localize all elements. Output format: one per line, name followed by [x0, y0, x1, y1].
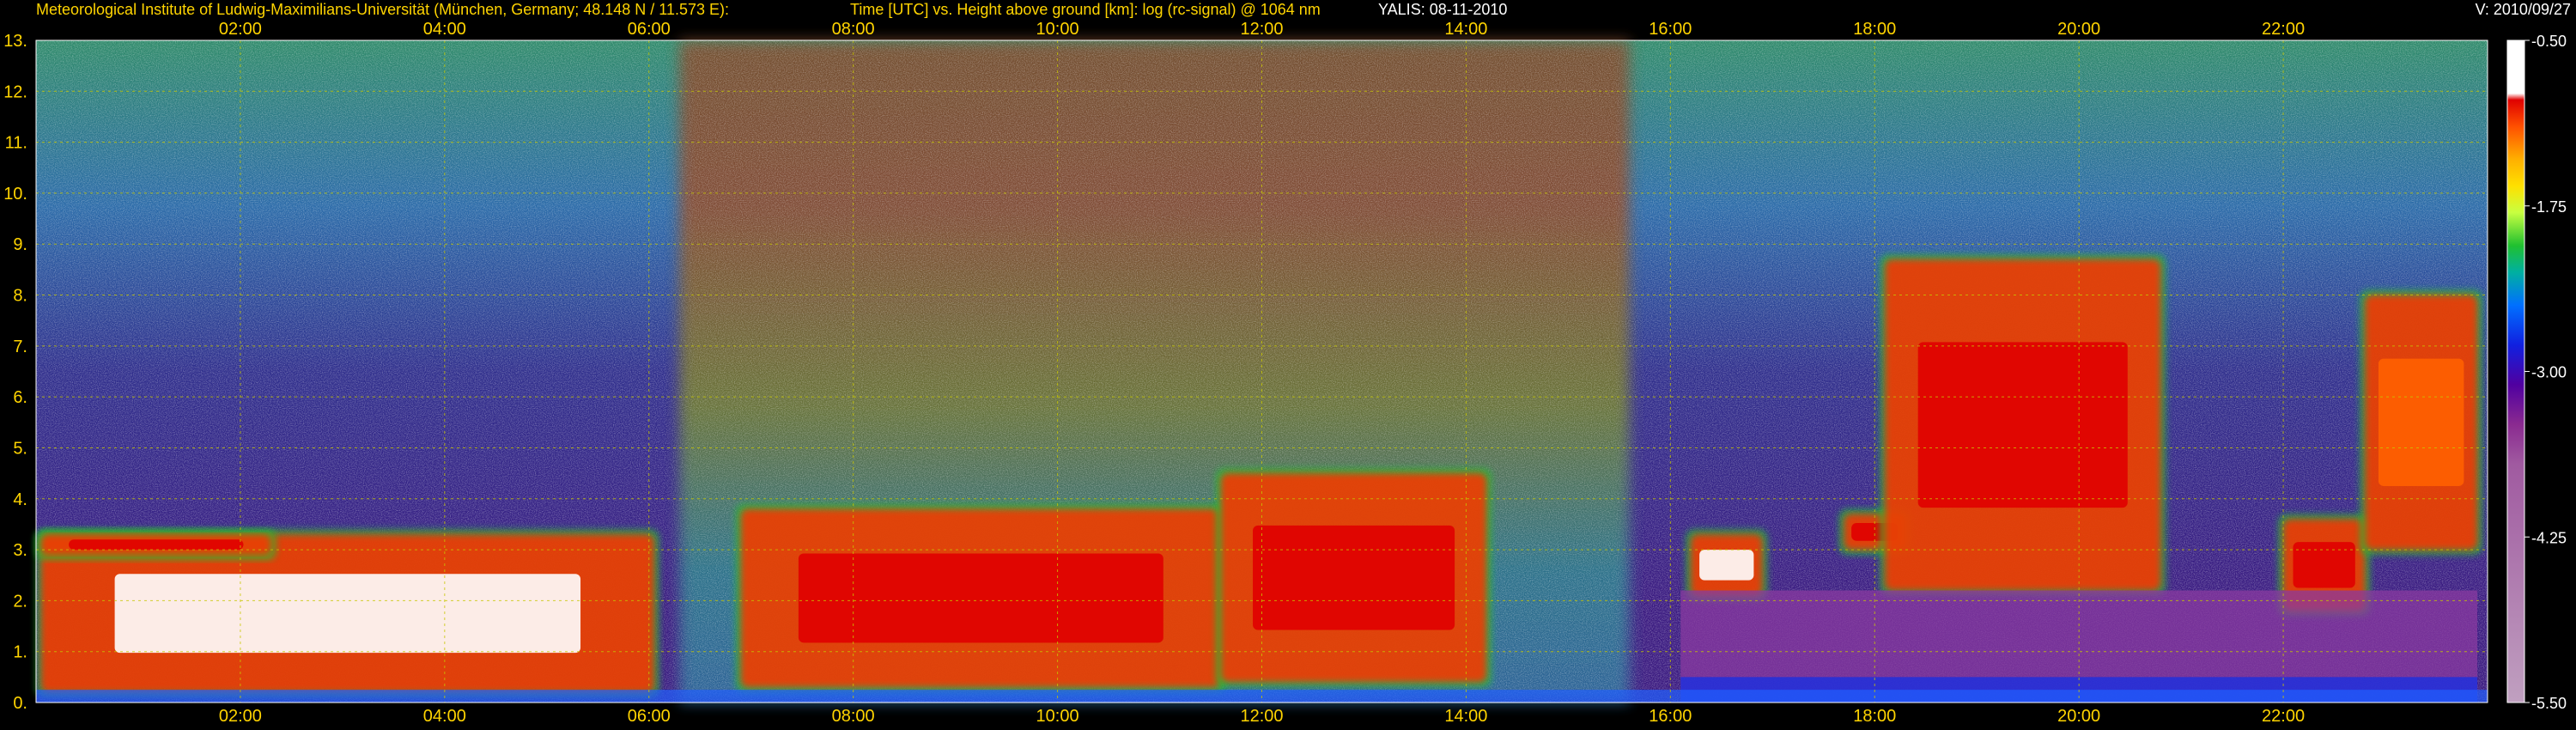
x-tick-label-top: 18:00 [1853, 20, 1896, 39]
y-tick-label: 13. [3, 32, 27, 51]
x-tick-label-bottom: 14:00 [1444, 707, 1487, 726]
region-core [1917, 342, 2128, 508]
y-tick-label: 1. [13, 643, 27, 662]
y-tick-label: 0. [13, 694, 27, 713]
colorbar-tick-label: -0.50 [2531, 33, 2567, 50]
x-tick-label-top: 12:00 [1240, 20, 1283, 39]
x-tick-label-top: 22:00 [2262, 20, 2305, 39]
y-tick-label: 11. [5, 134, 27, 153]
x-tick-label-bottom: 20:00 [2057, 707, 2100, 726]
colorbar-tick-label: -3.00 [2531, 364, 2567, 381]
colorbar-tick-label: -1.75 [2531, 198, 2567, 216]
y-tick-label: 7. [13, 338, 27, 356]
y-tick-label: 12. [3, 82, 27, 101]
region-aerosol-layer-midday [1215, 468, 1492, 688]
y-tick-label: 4. [13, 490, 27, 509]
x-tick-label-top: 14:00 [1444, 20, 1487, 39]
x-tick-label-bottom: 02:00 [219, 707, 262, 726]
x-tick-label-bottom: 16:00 [1649, 707, 1692, 726]
colorbar-tick-label: -4.25 [2531, 529, 2567, 546]
x-tick-label-bottom: 22:00 [2262, 707, 2305, 726]
colorbar-tick-label: -5.50 [2531, 695, 2567, 712]
x-tick-label-top: 06:00 [628, 20, 671, 39]
x-tick-label-bottom: 08:00 [832, 707, 875, 726]
region-core [69, 539, 244, 551]
region-cloud-low-1600 [1686, 529, 1768, 601]
region-core [114, 574, 581, 654]
y-tick-label: 2. [13, 592, 27, 611]
x-tick-label-bottom: 18:00 [1853, 707, 1896, 726]
x-tick-label-bottom: 12:00 [1240, 707, 1283, 726]
x-tick-label-bottom: 10:00 [1036, 707, 1079, 726]
y-tick-label: 5. [13, 439, 27, 458]
region-core [1253, 525, 1455, 630]
y-tick-label: 9. [13, 235, 27, 254]
region-core [2378, 358, 2464, 486]
y-tick-label: 6. [13, 388, 27, 407]
x-tick-label-top: 20:00 [2057, 20, 2100, 39]
region-core [798, 553, 1163, 643]
lidar-heatmap-chart: 02:00 02:00 04:00 04:00 06:00 06:00 08:00 08:00… [3, 20, 2567, 726]
x-tick-label-bottom: 04:00 [423, 707, 466, 726]
x-tick-label-bottom: 06:00 [628, 707, 671, 726]
y-tick-label: 3. [13, 541, 27, 560]
x-tick-label-top: 10:00 [1036, 20, 1079, 39]
x-tick-label-top: 04:00 [423, 20, 466, 39]
x-tick-label-top: 16:00 [1649, 20, 1692, 39]
x-tick-label-top: 02:00 [219, 20, 262, 39]
region-aerosol-layer-morning [735, 503, 1226, 693]
colorbar-strip [2506, 40, 2525, 703]
x-tick-label-top: 08:00 [832, 20, 875, 39]
y-tick-label: 10. [3, 185, 27, 204]
region-core [2293, 542, 2355, 588]
region-cirrus-2300 [2360, 289, 2483, 556]
y-tick-label: 8. [13, 287, 27, 306]
region-core [1699, 550, 1754, 581]
region-cloud-band-1800-2100 [1880, 254, 2166, 596]
